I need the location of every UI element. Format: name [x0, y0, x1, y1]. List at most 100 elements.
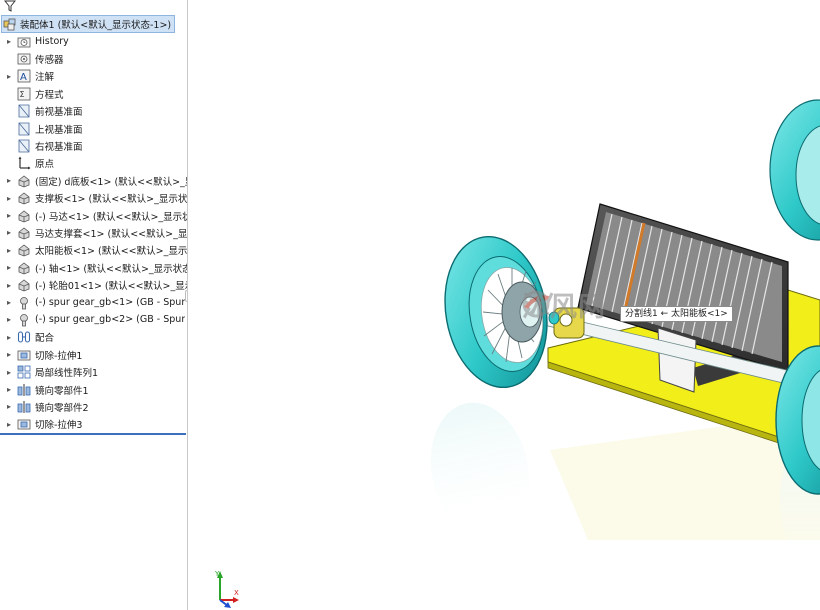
expand-arrow-icon[interactable]: ▸: [4, 37, 14, 46]
tree-item[interactable]: ▸ (-) 马达<1> (默认<<默认>_显示状: [0, 207, 187, 224]
tree-item-label: 马达支撑套<1> (默认<<默认>_显: [35, 228, 187, 240]
expand-arrow-icon[interactable]: ▸: [4, 298, 14, 307]
watermark: 沐风网: [518, 287, 606, 323]
mirror-component-icon: [17, 400, 31, 414]
tree-item-label: 支撑板<1> (默认<<默认>_显示状: [35, 194, 187, 206]
filter-icon[interactable]: [4, 0, 16, 12]
root-label: 装配体1 (默认<默认_显示状态-1>): [20, 20, 172, 31]
graphics-viewport[interactable]: 沐风网: [188, 0, 820, 610]
expand-arrow-icon[interactable]: ▸: [4, 281, 14, 290]
tree-item[interactable]: ▸ 镜向零部件1: [0, 381, 187, 398]
tree-item-label: 切除-拉伸1: [35, 350, 83, 362]
equations-icon: Σ: [17, 87, 31, 101]
selection-tooltip: 分割线1 ← 太阳能板<1>: [620, 306, 733, 322]
origin-icon: [17, 156, 31, 170]
tree-items: ▸ History 传感器 ▸ A 注解 Σ 方程式前视基准面上视基准面 右视基准面原点 ▸ (固定…: [0, 33, 187, 433]
part-icon: [17, 174, 31, 188]
part-icon: [17, 243, 31, 257]
tree-item-label: (-) spur gear_gb<2> (GB - Spur: [35, 314, 186, 326]
expand-arrow-icon[interactable]: ▸: [4, 176, 14, 185]
tree-item[interactable]: 传感器: [0, 50, 187, 67]
expand-arrow-icon[interactable]: ▸: [4, 402, 14, 411]
tree-item[interactable]: ▸ 配合: [0, 329, 187, 346]
tree-item-label: 注解: [35, 72, 55, 84]
plane-icon: [17, 104, 31, 118]
expand-arrow-icon[interactable]: ▸: [4, 194, 14, 203]
mates-icon: [17, 330, 31, 344]
part-icon: [17, 226, 31, 240]
toolbox-part-icon: [17, 296, 31, 310]
cut-extrude-icon: [17, 348, 31, 362]
tree-item[interactable]: ▸ (-) 轮胎01<1> (默认<<默认>_显示: [0, 276, 187, 293]
rollback-bar[interactable]: [0, 433, 186, 435]
tree-item-label: 配合: [35, 333, 55, 345]
tree-item-label: (-) 马达<1> (默认<<默认>_显示状: [35, 211, 187, 223]
tree-item-label: 前视基准面: [35, 107, 83, 119]
svg-text:X: X: [234, 589, 239, 597]
toolbox-part-icon: [17, 313, 31, 327]
xyz-triad-icon: Y X: [214, 570, 239, 608]
tree-item[interactable]: 原点: [0, 155, 187, 172]
tree-item-label: (固定) d底板<1> (默认<<默认>_显: [35, 176, 187, 188]
tree-item-label: 太阳能板<1> (默认<<默认>_显示:: [35, 246, 187, 258]
tree-item[interactable]: 前视基准面: [0, 103, 187, 120]
svg-text:Y: Y: [214, 570, 220, 578]
tree-filter-bar: [0, 0, 187, 14]
expand-arrow-icon[interactable]: ▸: [4, 72, 14, 81]
cut-extrude-icon: [17, 417, 31, 431]
tree-item[interactable]: ▸ 切除-拉伸3: [0, 416, 187, 433]
tree-item-label: 镜向零部件1: [35, 385, 89, 397]
tree-item-label: 上视基准面: [35, 124, 83, 136]
tree-item[interactable]: ▸ (固定) d底板<1> (默认<<默认>_显: [0, 172, 187, 189]
tree-item[interactable]: ▸ (-) 轴<1> (默认<<默认>_显示状态: [0, 259, 187, 276]
svg-text:Σ: Σ: [20, 90, 25, 99]
tree-item-label: (-) 轴<1> (默认<<默认>_显示状态: [35, 263, 187, 275]
expand-arrow-icon[interactable]: ▸: [4, 420, 14, 429]
tree-item-label: 切除-拉伸3: [35, 420, 83, 432]
tree-item-label: (-) spur gear_gb<1> (GB - Spur: [35, 297, 186, 309]
model-render: [430, 99, 820, 570]
tree-item[interactable]: ▸ 马达支撑套<1> (默认<<默认>_显: [0, 224, 187, 241]
plane-icon: [17, 139, 31, 153]
tree-item-label: 局部线性阵列1: [35, 368, 99, 380]
part-icon: [17, 209, 31, 223]
annotations-icon: A: [17, 69, 31, 83]
rear-right-wheel: [769, 99, 820, 241]
part-icon: [17, 261, 31, 275]
expand-arrow-icon[interactable]: ▸: [4, 368, 14, 377]
expand-arrow-icon[interactable]: ▸: [4, 333, 14, 342]
svg-text:A: A: [20, 72, 27, 83]
expand-arrow-icon[interactable]: ▸: [4, 211, 14, 220]
tree-item[interactable]: ▸ 支撑板<1> (默认<<默认>_显示状: [0, 190, 187, 207]
expand-arrow-icon[interactable]: ▸: [4, 246, 14, 255]
tree-item[interactable]: ▸ 局部线性阵列1: [0, 363, 187, 380]
mirror-component-icon: [17, 383, 31, 397]
tree-item-label: (-) 轮胎01<1> (默认<<默认>_显示: [35, 281, 187, 293]
tree-item[interactable]: 上视基准面: [0, 120, 187, 137]
tree-item-label: 原点: [35, 159, 55, 171]
tree-item[interactable]: ▸ 太阳能板<1> (默认<<默认>_显示:: [0, 242, 187, 259]
tree-item-label: 镜向零部件2: [35, 402, 89, 414]
assembly-icon: [3, 18, 16, 31]
tree-item[interactable]: ▸ (-) spur gear_gb<1> (GB - Spur: [0, 294, 187, 311]
tree-item[interactable]: ▸ A 注解: [0, 68, 187, 85]
expand-arrow-icon[interactable]: ▸: [4, 263, 14, 272]
expand-arrow-icon[interactable]: ▸: [4, 350, 14, 359]
watermark-logo-icon: [522, 290, 554, 318]
tree-item[interactable]: 右视基准面: [0, 137, 187, 154]
expand-arrow-icon[interactable]: ▸: [4, 315, 14, 324]
expand-arrow-icon[interactable]: ▸: [4, 228, 14, 237]
tree-item[interactable]: ▸ 切除-拉伸1: [0, 346, 187, 363]
expand-arrow-icon[interactable]: ▸: [4, 385, 14, 394]
tree-item[interactable]: ▸ (-) spur gear_gb<2> (GB - Spur: [0, 311, 187, 328]
part-icon: [17, 278, 31, 292]
feature-manager-tree: 装配体1 (默认<默认_显示状态-1>) ▸ History 传感器 ▸ A 注解 Σ 方程式…: [0, 0, 188, 610]
tree-item-label: 方程式: [35, 89, 64, 101]
tree-item[interactable]: ▸ 镜向零部件2: [0, 398, 187, 415]
linear-pattern-icon: [17, 365, 31, 379]
tree-root-assembly[interactable]: 装配体1 (默认<默认_显示状态-1>): [1, 15, 175, 33]
tree-item[interactable]: Σ 方程式: [0, 85, 187, 102]
part-icon: [17, 191, 31, 205]
tree-item-label: History: [35, 36, 69, 48]
tree-item[interactable]: ▸ History: [0, 33, 187, 50]
